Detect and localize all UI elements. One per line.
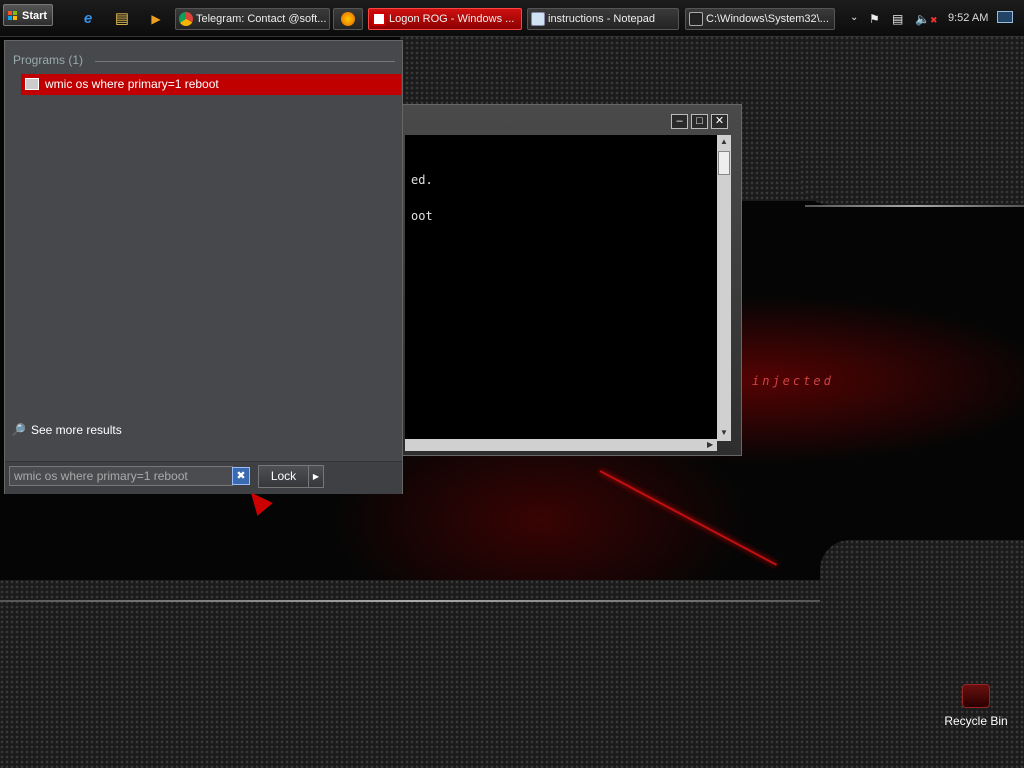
folder-icon[interactable]: ▤	[113, 10, 131, 28]
wallpaper-carbon-ledge	[800, 150, 1024, 205]
lock-button[interactable]: Lock	[258, 465, 309, 488]
console-line: ed.	[411, 173, 433, 187]
console-window[interactable]: – □ ✕ ed. oot ▲ ▼ ▶	[398, 104, 742, 456]
clock[interactable]: 9:52 AM	[948, 12, 988, 24]
window-icon	[372, 12, 386, 26]
taskbar-item-firefox[interactable]	[333, 8, 363, 30]
firefox-icon	[341, 12, 355, 26]
chevron-down-icon[interactable]: ⌄	[850, 12, 858, 23]
start-label: Start	[22, 10, 48, 22]
wallpaper-rail	[0, 600, 820, 602]
vertical-scrollbar[interactable]: ▲ ▼	[717, 135, 731, 441]
start-menu: Programs (1) wmic os where primary=1 reb…	[4, 40, 403, 494]
wallpaper-carbon-bottom	[0, 580, 1024, 768]
search-result-item[interactable]: wmic os where primary=1 reboot	[21, 74, 401, 95]
see-more-label: See more results	[31, 423, 122, 437]
windows-logo-icon	[8, 11, 18, 21]
volume-muted-icon[interactable]: 🔈✖	[915, 12, 938, 26]
scrollbar-thumb[interactable]	[718, 151, 730, 175]
maximize-button[interactable]: □	[691, 114, 708, 129]
taskbar-item-label: instructions - Notepad	[548, 13, 655, 25]
taskbar-item-telegram[interactable]: Telegram: Contact @soft...	[175, 8, 330, 30]
taskbar-item-label: Logon ROG - Windows ...	[389, 13, 515, 25]
search-bar: wmic os where primary=1 reboot ✖ Lock ▶	[5, 461, 402, 494]
power-options-arrow-icon[interactable]: ▶	[308, 465, 324, 488]
minimize-button[interactable]: –	[671, 114, 688, 129]
desktop-icon-label: Recycle Bin	[944, 714, 1008, 728]
taskbar-item-logon-rog[interactable]: Logon ROG - Windows ...	[368, 8, 522, 30]
taskbar-item-notepad[interactable]: instructions - Notepad	[527, 8, 679, 30]
console-line: oot	[411, 209, 433, 223]
search-result-label: wmic os where primary=1 reboot	[45, 77, 219, 91]
console-output[interactable]: ed. oot	[405, 135, 729, 439]
notepad-icon	[531, 12, 545, 26]
cmd-icon	[689, 12, 703, 26]
taskbar-item-cmd[interactable]: C:\Windows\System32\...	[685, 8, 835, 30]
section-title: Programs (1)	[13, 53, 84, 67]
network-icon[interactable]: ▤	[892, 12, 903, 26]
wallpaper-red-streak	[599, 470, 778, 566]
desktop-icon-recycle-bin[interactable]: Recycle Bin	[936, 684, 1016, 728]
flag-icon[interactable]: ⚑	[869, 12, 880, 26]
media-player-icon[interactable]: ▶	[147, 10, 165, 28]
see-more-results-link[interactable]: 🔎 See more results	[11, 423, 122, 437]
taskbar-item-label: Telegram: Contact @soft...	[196, 13, 327, 25]
scroll-down-icon[interactable]: ▼	[720, 428, 728, 437]
search-input[interactable]: wmic os where primary=1 reboot	[9, 466, 233, 486]
taskbar: Start e ▤ ▶ Telegram: Contact @soft... L…	[0, 0, 1024, 37]
scroll-up-icon[interactable]: ▲	[720, 137, 728, 146]
close-button[interactable]: ✕	[711, 114, 728, 129]
start-button[interactable]: Start	[3, 4, 53, 26]
recycle-bin-icon	[962, 684, 990, 708]
internet-explorer-icon[interactable]: e	[79, 10, 97, 28]
scroll-right-icon[interactable]: ▶	[707, 440, 713, 449]
show-desktop-icon[interactable]	[997, 11, 1013, 23]
wallpaper-rail-upper	[805, 205, 1024, 207]
horizontal-scrollbar[interactable]: ▶	[405, 439, 717, 451]
taskbar-item-label: C:\Windows\System32\...	[706, 13, 829, 25]
wallpaper-injected-text: injected	[752, 374, 834, 388]
wallpaper-carbon-ledge-bottom	[820, 540, 1024, 585]
clear-search-icon[interactable]: ✖	[232, 467, 250, 485]
chrome-icon	[179, 12, 193, 26]
program-icon	[25, 78, 39, 90]
magnifier-icon: 🔎	[11, 423, 26, 437]
section-divider	[95, 61, 395, 62]
